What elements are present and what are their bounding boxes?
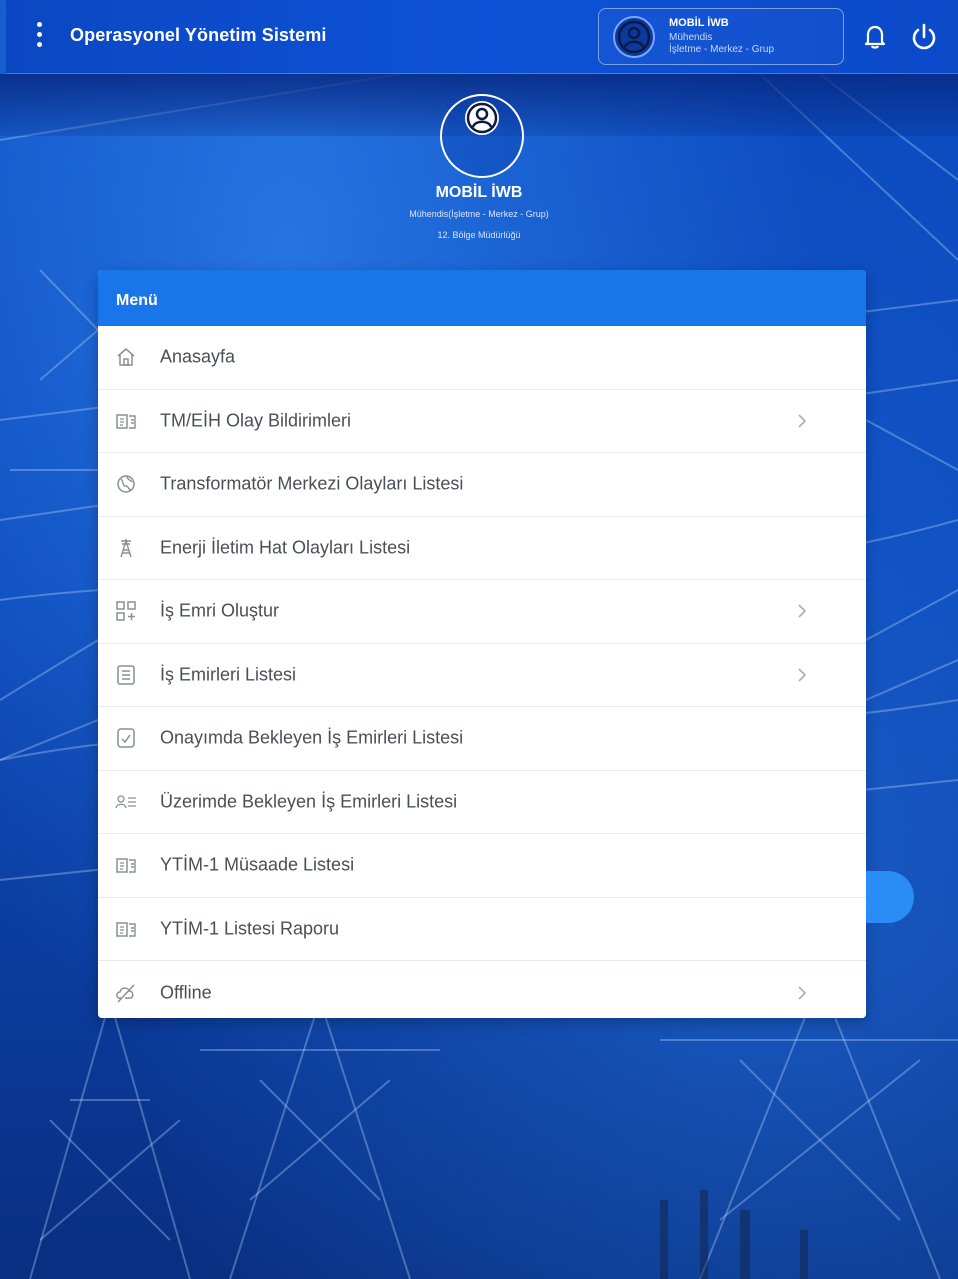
menu-item[interactable]: İş Emirleri Listesi [98,643,866,707]
menu-item[interactable]: İş Emri Oluştur [98,580,866,644]
menu-item[interactable]: Transformatör Merkezi Olayları Listesi [98,453,866,517]
profile-role: Mühendis(İşletme - Merkez - Grup) [409,209,549,219]
menu-title: Menü [98,270,866,326]
tower-icon [114,536,138,560]
menu-item-label: Offline [160,982,212,1003]
main-menu: Menü Anasayfa TM/EİH Olay Bildirimleri Tra… [98,270,866,1018]
offline-icon [114,981,138,1005]
approval-icon [114,726,138,750]
report-icon [114,917,138,941]
profile-name: MOBİL İWB [435,184,523,201]
menu-item[interactable]: Onayımda Bekleyen İş Emirleri Listesi [98,707,866,771]
user-account-button[interactable]: MOBİL İWB Mühendis İşletme - Merkez - Gr… [598,8,844,65]
menu-item[interactable]: YTİM-1 Listesi Raporu [98,897,866,961]
chevron-right-icon [796,603,808,619]
user-role: Mühendis [669,32,713,43]
profile-avatar [440,94,524,178]
user-list-icon [114,790,138,814]
menu-item[interactable]: Enerji İletim Hat Olayları Listesi [98,516,866,580]
menu-item[interactable]: Anasayfa [98,326,866,390]
chevron-right-icon [796,667,808,683]
user-circle-icon [613,16,655,58]
menu-item-label: Üzerimde Bekleyen İş Emirleri Listesi [160,791,458,812]
menu-list: Anasayfa TM/EİH Olay Bildirimleri Transfor… [98,326,866,1018]
menu-item-label: YTİM-1 Müsaade Listesi [160,854,355,875]
grid-add-icon [114,599,138,623]
app-header: Operasyonel Yönetim Sistemi MOBİL İWB Mü… [6,0,958,74]
menu-item[interactable]: Üzerimde Bekleyen İş Emirleri Listesi [98,770,866,834]
menu-item[interactable]: TM/EİH Olay Bildirimleri [98,389,866,453]
menu-item[interactable]: Offline [98,961,866,1018]
user-department: İşletme - Merkez - Grup [669,44,775,55]
menu-item-label: TM/EİH Olay Bildirimleri [160,410,352,431]
user-circle-icon [465,101,499,135]
menu-item-label: Anasayfa [160,346,236,367]
bell-icon[interactable] [863,24,887,50]
menu-item-label: Enerji İletim Hat Olayları Listesi [160,537,411,558]
globe-icon [114,472,138,496]
power-icon[interactable] [909,22,939,52]
chevron-right-icon [796,413,808,429]
menu-item-label: İş Emirleri Listesi [160,664,297,685]
user-name: MOBİL İWB [669,17,729,29]
kebab-menu-icon[interactable] [34,22,44,52]
menu-item[interactable]: YTİM-1 Müsaade Listesi [98,834,866,898]
chevron-right-icon [796,985,808,1001]
menu-item-label: YTİM-1 Listesi Raporu [160,918,340,939]
menu-item-label: Transformatör Merkezi Olayları Listesi [160,473,464,494]
report-icon [114,853,138,877]
home-icon [114,345,138,369]
app-title: Operasyonel Yönetim Sistemi [70,25,327,45]
menu-item-label: Onayımda Bekleyen İş Emirleri Listesi [160,727,464,748]
menu-item-label: İş Emri Oluştur [160,600,280,621]
profile-region: 12. Bölge Müdürlüğü [437,230,521,240]
list-icon [114,663,138,687]
report-icon [114,409,138,433]
